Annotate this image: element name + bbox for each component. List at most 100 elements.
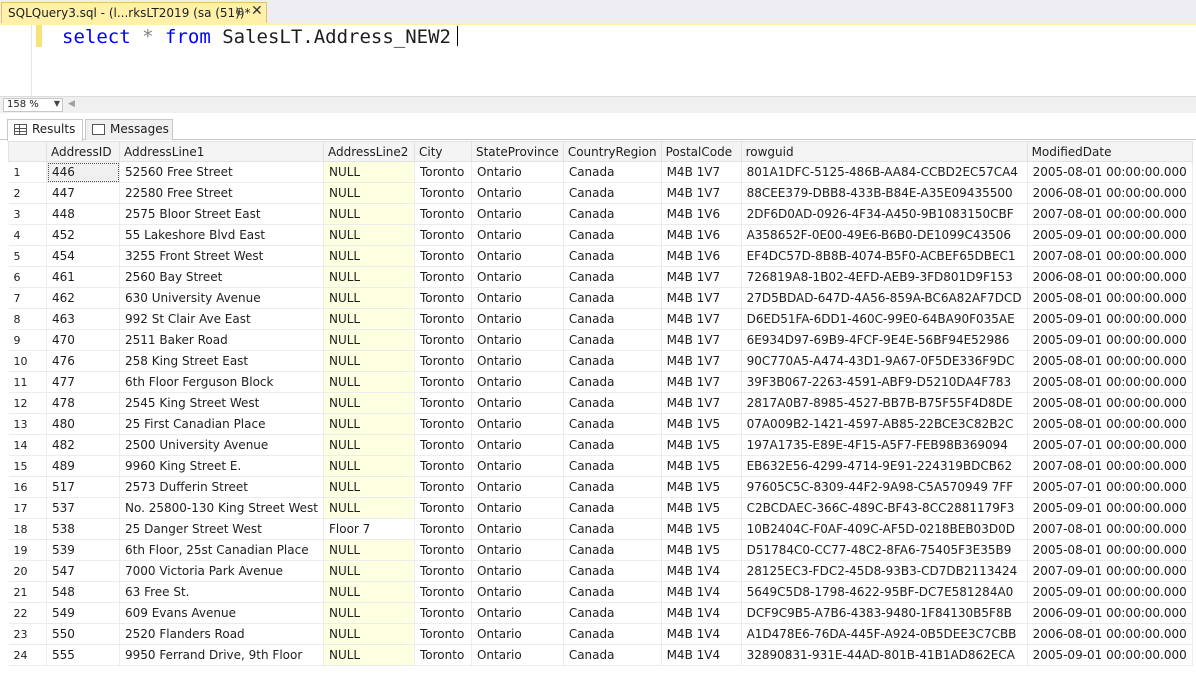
cell-addressline2[interactable]: NULL <box>323 476 415 498</box>
row-number[interactable]: 15 <box>8 455 47 477</box>
cell-addressid[interactable]: 446 <box>46 161 120 183</box>
cell-modifieddate[interactable]: 2005-08-01 00:00:00.000 <box>1027 161 1193 183</box>
cell-stateprovince[interactable]: Ontario <box>471 644 564 666</box>
cell-stateprovince[interactable]: Ontario <box>471 539 564 561</box>
column-header-rowguid[interactable]: rowguid <box>740 141 1028 162</box>
table-row[interactable]: 12 478 2545 King Street West NULL Toronto Ont… <box>8 392 1193 414</box>
cell-stateprovince[interactable]: Ontario <box>471 581 564 603</box>
cell-rowguid[interactable]: A358652F-0E00-49E6-B6B0-DE1099C43506 <box>741 224 1028 246</box>
cell-postalcode[interactable]: M4B 1V5 <box>661 455 742 477</box>
cell-addressid[interactable]: 477 <box>46 371 120 393</box>
cell-addressid[interactable]: 537 <box>46 497 120 519</box>
cell-addressid[interactable]: 482 <box>46 434 120 456</box>
row-number[interactable]: 18 <box>8 518 47 540</box>
cell-modifieddate[interactable]: 2005-09-01 00:00:00.000 <box>1027 329 1193 351</box>
table-row[interactable]: 6 461 2560 Bay Street NULL Toronto Ontario Can… <box>8 266 1193 288</box>
cell-city[interactable]: Toronto <box>414 497 472 519</box>
cell-city[interactable]: Toronto <box>414 518 472 540</box>
cell-postalcode[interactable]: M4B 1V4 <box>661 560 742 582</box>
cell-addressid[interactable]: 462 <box>46 287 120 309</box>
cell-rowguid[interactable]: EB632E56-4299-4714-9E91-224319BDCB62 <box>741 455 1028 477</box>
cell-addressid[interactable]: 448 <box>46 203 120 225</box>
cell-postalcode[interactable]: M4B 1V7 <box>661 350 742 372</box>
cell-addressline2[interactable]: NULL <box>323 161 415 183</box>
cell-postalcode[interactable]: M4B 1V7 <box>661 329 742 351</box>
cell-addressline2[interactable]: NULL <box>323 329 415 351</box>
cell-stateprovince[interactable]: Ontario <box>471 476 564 498</box>
cell-rowguid[interactable]: 90C770A5-A474-43D1-9A67-0F5DE336F9DC <box>741 350 1028 372</box>
cell-addressline2[interactable]: NULL <box>323 350 415 372</box>
cell-addressline2[interactable]: NULL <box>323 182 415 204</box>
cell-rowguid[interactable]: 2817A0B7-8985-4527-BB7B-B75F55F4D8DE <box>741 392 1028 414</box>
column-header-addressid[interactable]: AddressID <box>46 141 120 162</box>
cell-postalcode[interactable]: M4B 1V5 <box>661 497 742 519</box>
cell-stateprovince[interactable]: Ontario <box>471 182 564 204</box>
row-number[interactable]: 3 <box>8 203 47 225</box>
cell-countryregion[interactable]: Canada <box>563 161 662 183</box>
table-row[interactable]: 23 550 2520 Flanders Road NULL Toronto Ontari… <box>8 623 1193 645</box>
cell-modifieddate[interactable]: 2006-08-01 00:00:00.000 <box>1027 182 1193 204</box>
code-line-1[interactable]: select * from SalesLT.Address_NEW2 <box>62 25 458 49</box>
cell-addressid[interactable]: 447 <box>46 182 120 204</box>
row-number[interactable]: 23 <box>8 623 47 645</box>
table-row[interactable]: 22 549 609 Evans Avenue NULL Toronto Ontario C… <box>8 602 1193 624</box>
cell-modifieddate[interactable]: 2005-09-01 00:00:00.000 <box>1027 497 1193 519</box>
table-row[interactable]: 11 477 6th Floor Ferguson Block NULL Toronto… <box>8 371 1193 393</box>
cell-postalcode[interactable]: M4B 1V7 <box>661 371 742 393</box>
cell-stateprovince[interactable]: Ontario <box>471 266 564 288</box>
cell-addressline1[interactable]: 2500 University Avenue <box>119 434 324 456</box>
cell-addressline1[interactable]: 55 Lakeshore Blvd East <box>119 224 324 246</box>
cell-city[interactable]: Toronto <box>414 413 472 435</box>
cell-countryregion[interactable]: Canada <box>563 392 662 414</box>
cell-rowguid[interactable]: 6E934D97-69B9-4FCF-9E4E-56BF94E52986 <box>741 329 1028 351</box>
cell-postalcode[interactable]: M4B 1V6 <box>661 203 742 225</box>
cell-city[interactable]: Toronto <box>414 350 472 372</box>
cell-addressline1[interactable]: 992 St Clair Ave East <box>119 308 324 330</box>
cell-countryregion[interactable]: Canada <box>563 224 662 246</box>
cell-addressid[interactable]: 470 <box>46 329 120 351</box>
cell-countryregion[interactable]: Canada <box>563 371 662 393</box>
cell-city[interactable]: Toronto <box>414 455 472 477</box>
cell-countryregion[interactable]: Canada <box>563 476 662 498</box>
cell-postalcode[interactable]: M4B 1V4 <box>661 623 742 645</box>
cell-rowguid[interactable]: 5649C5D8-1798-4622-95BF-DC7E581284A0 <box>741 581 1028 603</box>
cell-countryregion[interactable]: Canada <box>563 329 662 351</box>
cell-modifieddate[interactable]: 2007-08-01 00:00:00.000 <box>1027 203 1193 225</box>
cell-addressid[interactable]: 550 <box>46 623 120 645</box>
row-number[interactable]: 4 <box>8 224 47 246</box>
cell-addressline1[interactable]: 2560 Bay Street <box>119 266 324 288</box>
cell-city[interactable]: Toronto <box>414 623 472 645</box>
cell-addressline1[interactable]: 2573 Dufferin Street <box>119 476 324 498</box>
cell-countryregion[interactable]: Canada <box>563 308 662 330</box>
cell-postalcode[interactable]: M4B 1V4 <box>661 581 742 603</box>
cell-city[interactable]: Toronto <box>414 182 472 204</box>
table-row[interactable]: 21 548 63 Free St. NULL Toronto Ontario Canada… <box>8 581 1193 603</box>
cell-countryregion[interactable]: Canada <box>563 245 662 267</box>
cell-countryregion[interactable]: Canada <box>563 455 662 477</box>
tab-results[interactable]: Results <box>7 119 83 141</box>
row-number[interactable]: 7 <box>8 287 47 309</box>
column-header-modifieddate[interactable]: ModifiedDate <box>1026 141 1193 162</box>
cell-city[interactable]: Toronto <box>414 203 472 225</box>
cell-countryregion[interactable]: Canada <box>563 623 662 645</box>
cell-rowguid[interactable]: 28125EC3-FDC2-45D8-93B3-CD7DB2113424 <box>741 560 1028 582</box>
pin-icon[interactable]: ⊕ <box>235 5 244 18</box>
cell-addressline1[interactable]: 2575 Bloor Street East <box>119 203 324 225</box>
cell-rowguid[interactable]: DCF9C9B5-A7B6-4383-9480-1F84130B5F8B <box>741 602 1028 624</box>
cell-postalcode[interactable]: M4B 1V7 <box>661 392 742 414</box>
cell-modifieddate[interactable]: 2005-08-01 00:00:00.000 <box>1027 392 1193 414</box>
cell-countryregion[interactable]: Canada <box>563 602 662 624</box>
cell-addressline2[interactable]: NULL <box>323 644 415 666</box>
cell-addressid[interactable]: 549 <box>46 602 120 624</box>
row-number[interactable]: 5 <box>8 245 47 267</box>
document-tab[interactable]: SQLQuery3.sql - (l...rksLT2019 (sa (51))… <box>1 2 267 24</box>
cell-rowguid[interactable]: 97605C5C-8309-44F2-9A98-C5A570949 7FF <box>741 476 1028 498</box>
cell-rowguid[interactable]: 197A1735-E89E-4F15-A5F7-FEB98B369094 <box>741 434 1028 456</box>
row-number[interactable]: 11 <box>8 371 47 393</box>
cell-city[interactable]: Toronto <box>414 392 472 414</box>
cell-stateprovince[interactable]: Ontario <box>471 161 564 183</box>
cell-city[interactable]: Toronto <box>414 602 472 624</box>
cell-addressline2[interactable]: NULL <box>323 203 415 225</box>
cell-countryregion[interactable]: Canada <box>563 266 662 288</box>
zoom-dropdown[interactable]: 158 % ▼ <box>3 98 63 112</box>
